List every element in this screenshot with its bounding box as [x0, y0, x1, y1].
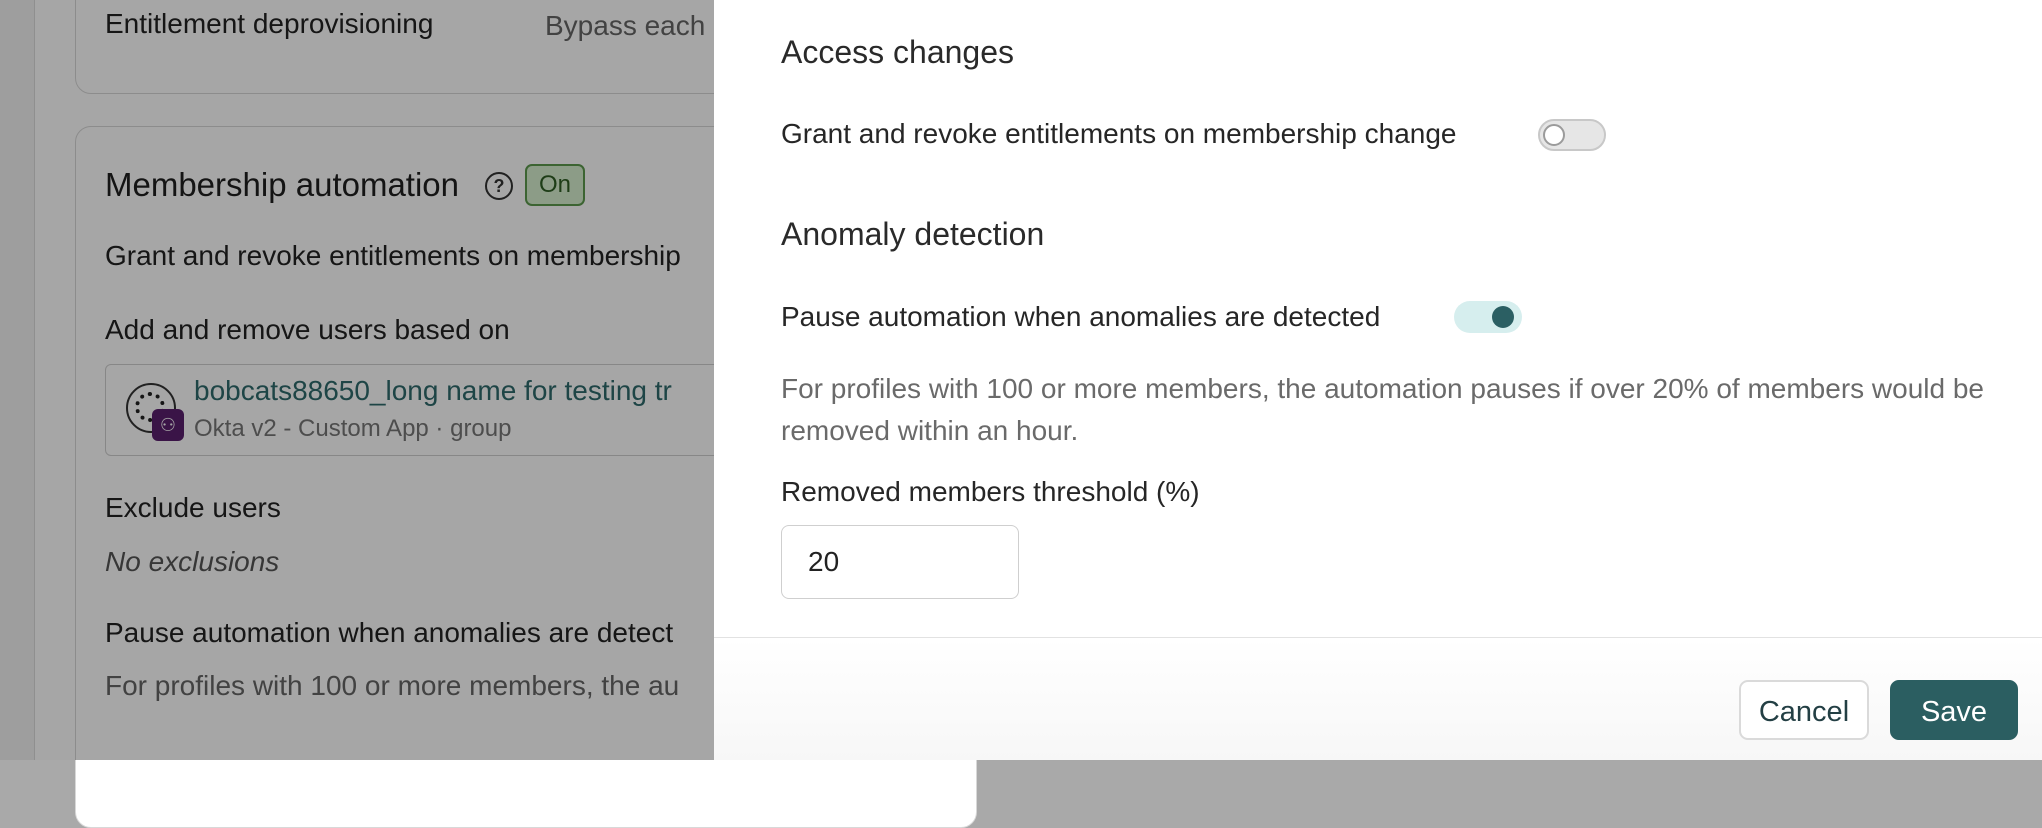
anomaly-description: For profiles with 100 or more members, t…: [781, 373, 1985, 446]
access-changes-heading: Access changes: [781, 34, 1015, 70]
anomaly-detection-heading: Anomaly detection: [781, 216, 1045, 252]
grant-revoke-toggle[interactable]: [1538, 119, 1606, 151]
threshold-input[interactable]: [781, 525, 1019, 599]
settings-drawer: Access changes Grant and revoke entitlem…: [714, 0, 2042, 760]
modal-overlay[interactable]: [0, 0, 714, 760]
cancel-button[interactable]: Cancel: [1739, 680, 1869, 740]
pause-automation-label: Pause automation when anomalies are dete…: [781, 301, 1381, 332]
drawer-footer: Cancel Save: [714, 638, 2042, 760]
threshold-label: Removed members threshold (%): [781, 476, 1200, 507]
pause-automation-toggle[interactable]: [1454, 301, 1522, 333]
save-button[interactable]: Save: [1890, 680, 2018, 740]
grant-revoke-label: Grant and revoke entitlements on members…: [781, 118, 1457, 149]
toggle-knob: [1492, 306, 1514, 328]
toggle-knob: [1543, 124, 1565, 146]
